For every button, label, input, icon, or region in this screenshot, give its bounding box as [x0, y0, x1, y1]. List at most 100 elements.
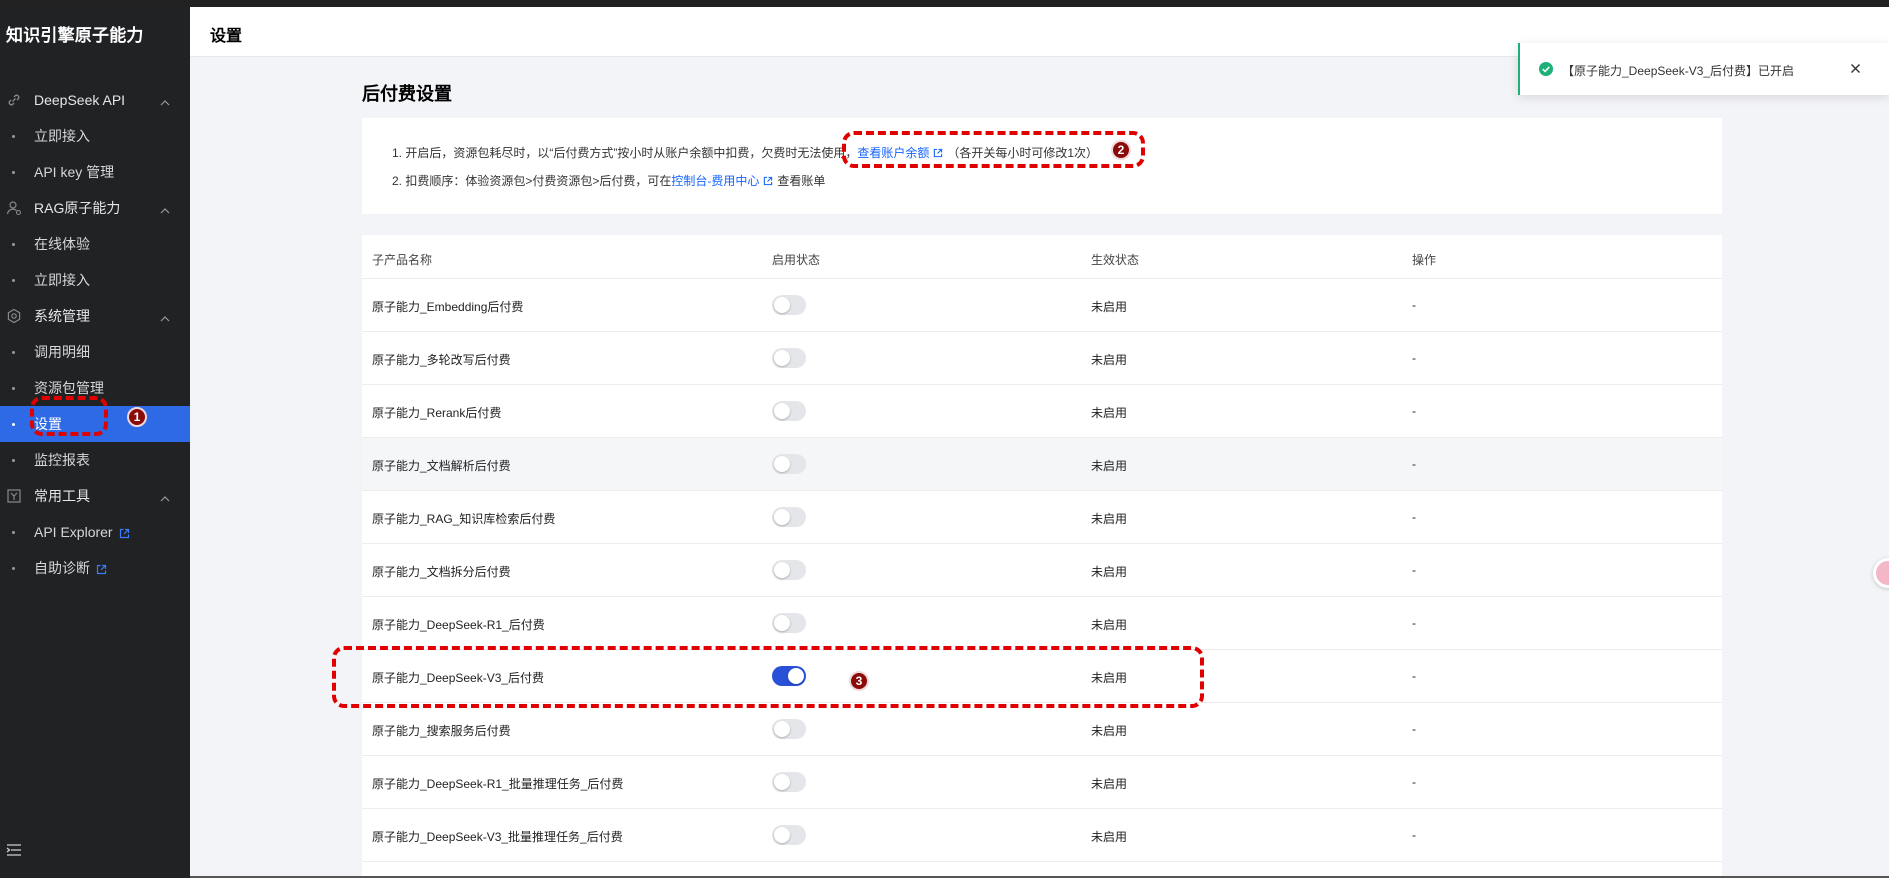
sidebar-item-label: 监控报表	[34, 452, 90, 468]
product-name: 原子能力_文档拆分后付费	[372, 565, 511, 579]
sidebar-item-self-diagnosis[interactable]: 自助诊断	[0, 550, 190, 586]
row-action: -	[1412, 722, 1416, 736]
chevron-up-icon	[160, 94, 170, 110]
sidebar-group-deepseek-api[interactable]: DeepSeek API	[0, 82, 190, 118]
billing-center-link[interactable]: 控制台-费用中心	[671, 174, 759, 188]
annotation-badge-1: 1	[127, 407, 147, 427]
user-gear-icon	[6, 200, 22, 216]
tools-icon	[6, 488, 22, 504]
sidebar-item-label: 在线体验	[34, 236, 90, 252]
sidebar-group-tools[interactable]: 常用工具	[0, 478, 190, 514]
annotation-badge-2: 2	[1111, 140, 1131, 160]
effect-status: 未启用	[1091, 406, 1128, 420]
collapse-menu-icon[interactable]	[6, 843, 22, 862]
effect-status: 未启用	[1091, 565, 1128, 579]
bullet-icon	[12, 531, 15, 534]
row-action: -	[1412, 669, 1416, 683]
annotation-highlight-balance	[842, 131, 1145, 168]
sidebar-item-label: API Explorer	[34, 524, 113, 540]
enable-toggle[interactable]	[772, 454, 806, 474]
product-name: 原子能力_Embedding后付费	[372, 300, 524, 314]
product-name: 原子能力_Rerank后付费	[372, 406, 502, 420]
external-link-icon	[119, 528, 130, 539]
row-action: -	[1412, 404, 1416, 418]
annotation-badge-3: 3	[849, 671, 869, 691]
notice-line2-suffix: 查看账单	[777, 174, 826, 188]
sidebar-item-api-key[interactable]: API key 管理	[0, 154, 190, 190]
sidebar-item-label: 资源包管理	[34, 380, 104, 396]
top-strip	[0, 0, 1889, 7]
column-header-product: 子产品名称	[372, 253, 433, 267]
success-toast: 【原子能力_DeepSeek-V3_后付费】已开启	[1518, 43, 1889, 95]
sidebar-item-label: API key 管理	[34, 164, 115, 180]
enable-toggle[interactable]	[772, 401, 806, 421]
sidebar-item-rag-connect[interactable]: 立即接入	[0, 262, 190, 298]
product-name: 原子能力_RAG_知识库检索后付费	[372, 512, 556, 526]
toast-message: 【原子能力_DeepSeek-V3_后付费】已开启	[1562, 64, 1795, 78]
sidebar-item-monitoring[interactable]: 监控报表	[0, 442, 190, 478]
bullet-icon	[12, 567, 15, 570]
bullet-icon	[12, 387, 15, 390]
floating-assistant-icon[interactable]	[1873, 558, 1889, 588]
effect-status: 未启用	[1091, 618, 1128, 632]
table-row: 原子能力_DeepSeek-V3_批量推理任务_后付费 未启用 -	[362, 809, 1722, 862]
annotation-highlight-settings	[30, 396, 108, 436]
effect-status: 未启用	[1091, 830, 1128, 844]
enable-toggle[interactable]	[772, 560, 806, 580]
sidebar-item-label: 自助诊断	[34, 560, 90, 576]
sidebar-item-call-details[interactable]: 调用明细	[0, 334, 190, 370]
notice-line-2: 2. 扣费顺序：体验资源包>付费资源包>后付费，可在控制台-费用中心 查看账单	[392, 172, 825, 189]
row-action: -	[1412, 775, 1416, 789]
sidebar-item-api-explorer[interactable]: API Explorer	[0, 514, 190, 550]
enable-toggle[interactable]	[772, 719, 806, 739]
effect-status: 未启用	[1091, 777, 1128, 791]
sidebar-group-rag[interactable]: RAG原子能力	[0, 190, 190, 226]
link-icon	[6, 92, 22, 108]
page-title: 设置	[210, 28, 243, 45]
column-header-effect: 生效状态	[1091, 253, 1140, 267]
product-name: 原子能力_多轮改写后付费	[372, 353, 511, 367]
external-link-icon[interactable]	[763, 175, 773, 189]
effect-status: 未启用	[1091, 724, 1128, 738]
enable-toggle[interactable]	[772, 507, 806, 527]
effect-status: 未启用	[1091, 512, 1128, 526]
app-title: 知识引擎原子能力	[6, 26, 144, 45]
product-name: 原子能力_搜索服务后付费	[372, 724, 511, 738]
effect-status: 未启用	[1091, 353, 1128, 367]
sidebar-item-label: 调用明细	[34, 344, 90, 360]
enable-toggle[interactable]	[772, 295, 806, 315]
row-action: -	[1412, 616, 1416, 630]
notice-line2-text: 2. 扣费顺序：体验资源包>付费资源包>后付费，可在	[392, 174, 672, 188]
chevron-up-icon	[160, 202, 170, 218]
sidebar-group-system[interactable]: 系统管理	[0, 298, 190, 334]
effect-status: 未启用	[1091, 459, 1128, 473]
row-action: -	[1412, 828, 1416, 842]
effect-status: 未启用	[1091, 300, 1128, 314]
sidebar-group-label: 常用工具	[34, 488, 90, 504]
enable-toggle[interactable]	[772, 772, 806, 792]
enable-toggle[interactable]	[772, 348, 806, 368]
bullet-icon	[12, 459, 15, 462]
section-title: 后付费设置	[362, 84, 452, 104]
table-row: 原子能力_文档拆分后付费 未启用 -	[362, 544, 1722, 597]
product-name: 原子能力_DeepSeek-R1_后付费	[372, 618, 545, 632]
row-action: -	[1412, 563, 1416, 577]
sidebar-item-deepseek-connect[interactable]: 立即接入	[0, 118, 190, 154]
table-header: 子产品名称 启用状态 生效状态 操作	[362, 235, 1722, 279]
close-icon[interactable]	[1850, 63, 1861, 77]
enable-toggle[interactable]	[772, 825, 806, 845]
sidebar-nav: DeepSeek API 立即接入 API key 管理 RAG原子能力 在线体…	[0, 82, 190, 586]
row-action: -	[1412, 298, 1416, 312]
bullet-icon	[12, 351, 15, 354]
success-check-icon	[1539, 62, 1553, 79]
sidebar-group-label: DeepSeek API	[34, 92, 126, 108]
product-name: 原子能力_DeepSeek-V3_批量推理任务_后付费	[372, 830, 623, 844]
external-link-icon	[96, 564, 107, 575]
table-row: 原子能力_多轮改写后付费 未启用 -	[362, 332, 1722, 385]
sidebar-item-online-trial[interactable]: 在线体验	[0, 226, 190, 262]
column-header-action: 操作	[1412, 253, 1437, 267]
table-row: 原子能力_Embedding后付费 未启用 -	[362, 279, 1722, 332]
row-action: -	[1412, 351, 1416, 365]
bullet-icon	[12, 171, 15, 174]
enable-toggle[interactable]	[772, 613, 806, 633]
